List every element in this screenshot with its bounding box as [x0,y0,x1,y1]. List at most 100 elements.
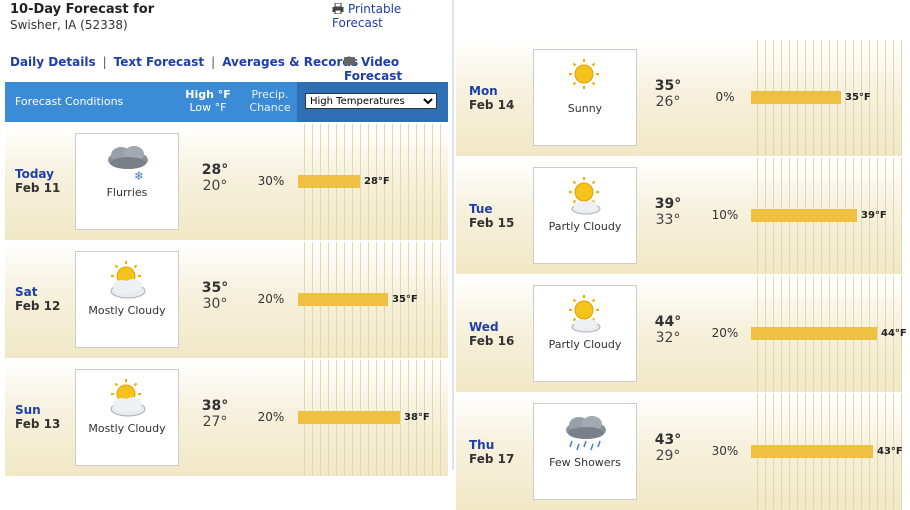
condition-box: Partly Cloudy [533,167,637,264]
high-temp: 35° [201,280,229,296]
daily-details-link[interactable]: Daily Details [10,55,96,69]
mostly-cloudy-icon [110,261,146,299]
rain-cloud-icon [566,416,606,451]
high-temp-bar [751,209,857,222]
day-name[interactable]: Tue [469,202,493,216]
printer-icon [332,3,344,14]
high-temp: 44° [654,314,682,330]
day-name[interactable]: Mon [469,84,498,98]
high-temp-bar-label: 35°F [845,92,871,103]
condition-box: Few Showers [533,403,637,500]
high-temp-bar [751,91,841,104]
forecast-nav: Daily Details | Text Forecast | Averages & R… [10,55,358,69]
low-temp: 27° [202,414,228,430]
low-temp: 33° [655,212,681,228]
forecast-row-sun: Sun Feb 13 Mostly Cloudy 38° 27° 20% 38°F [5,358,448,476]
high-temp-bar-label: 38°F [404,412,430,423]
day-name[interactable]: Thu [469,438,494,452]
day-name[interactable]: Sat [15,285,37,299]
precip-chance: 30% [257,174,285,188]
condition-label: Partly Cloudy [548,220,622,233]
forecast-row-thu: Thu Feb 17 Few Showers 43° 29° 30% 43°F [456,392,903,510]
condition-label: Partly Cloudy [548,338,622,351]
high-temp: 39° [654,196,682,212]
snow-cloud-icon: ❄ [108,146,148,183]
forecast-row-today: Today Feb 11 ❄ Flurries 28° 20° 30% 28°F [5,122,448,240]
high-temp-bar [751,445,873,458]
day-date: Feb 17 [469,452,515,466]
nav-separator: | [102,55,107,69]
high-temp-bar [751,327,877,340]
page-title: 10-Day Forecast for [10,2,155,17]
high-temp: 28° [201,162,229,178]
high-temp-bar [298,175,360,188]
low-temp: 29° [655,448,681,464]
forecast-row-tue: Tue Feb 15 Partly Cloudy 39° 33° 10% 39°F [456,156,902,274]
low-temp: 20° [202,178,228,194]
day-date: Feb 16 [469,334,515,348]
partly-cloudy-icon [569,177,601,215]
nav-separator: | [211,55,216,69]
high-temp-bar-label: 28°F [364,176,390,187]
high-low-header: High °F Low °F [183,88,233,114]
condition-box: ❄ Flurries [75,133,179,230]
precip-chance: 0% [715,90,735,104]
condition-label: Mostly Cloudy [88,422,166,435]
precip-header-line2: Chance [249,101,291,114]
text-forecast-link[interactable]: Text Forecast [114,55,205,69]
condition-box: Sunny [533,49,637,146]
chart-select-cell: High Temperatures [297,82,448,122]
low-temp: 26° [655,94,681,110]
high-temp-bar-label: 35°F [392,294,418,305]
condition-box: Mostly Cloudy [75,251,179,348]
day-date: Feb 11 [15,181,61,195]
partly-cloudy-icon [569,295,601,333]
forecast-row-mon: Mon Feb 14 Sunny 35° 26° 0% 35°F [456,38,902,156]
forecast-row-sat: Sat Feb 12 Mostly Cloudy 35° 30° 20% 35°F [5,240,448,358]
column-divider [452,0,454,470]
table-header: Forecast Conditions High °F Low °F Preci… [5,82,448,122]
precip-chance: 20% [257,292,285,306]
high-temp-bar [298,293,388,306]
day-name[interactable]: Today [15,167,54,181]
forecast-conditions-header: Forecast Conditions [15,95,124,108]
precip-chance: 20% [257,410,285,424]
condition-box: Mostly Cloudy [75,369,179,466]
condition-label: Mostly Cloudy [88,304,166,317]
high-temp-bar-label: 43°F [877,446,903,457]
day-date: Feb 13 [15,417,61,431]
high-temp: 35° [654,78,682,94]
precip-chance: 30% [711,444,739,458]
chart-type-select[interactable]: High Temperatures [305,93,437,109]
precip-header: Precip. Chance [245,88,295,114]
mostly-cloudy-icon [110,379,146,417]
sun-icon [569,59,599,89]
left-column: 10-Day Forecast for Swisher, IA (52338) … [0,0,452,476]
precip-chance: 10% [711,208,739,222]
location-label: Swisher, IA (52338) [10,18,128,32]
high-temp-bar-label: 39°F [861,210,887,221]
averages-records-link[interactable]: Averages & Records [222,55,358,69]
svg-text:❄: ❄ [134,169,144,183]
day-date: Feb 12 [15,299,61,313]
forecast-row-wed: Wed Feb 16 Partly Cloudy 44° 32° 20% 44°F [456,274,907,392]
condition-box: Partly Cloudy [533,285,637,382]
high-temp-bar-label: 44°F [881,328,907,339]
day-date: Feb 14 [469,98,515,112]
low-header: Low °F [189,101,227,114]
day-name[interactable]: Sun [15,403,41,417]
low-temp: 32° [655,330,681,346]
high-temp: 43° [654,432,682,448]
condition-label: Few Showers [549,456,621,469]
precip-header-line1: Precip. [251,88,289,101]
video-camera-icon [344,57,355,65]
precip-chance: 20% [711,326,739,340]
condition-label: Flurries [106,186,148,199]
printable-forecast-link[interactable]: Printable Forecast [332,2,452,30]
video-forecast-link[interactable]: Video Forecast [344,55,452,83]
right-column: Mon Feb 14 Sunny 35° 26° 0% 35°F Tue Feb 15 Partl… [456,0,910,510]
high-temp: 38° [201,398,229,414]
condition-label: Sunny [567,102,603,115]
day-name[interactable]: Wed [469,320,499,334]
high-temp-bar [298,411,400,424]
